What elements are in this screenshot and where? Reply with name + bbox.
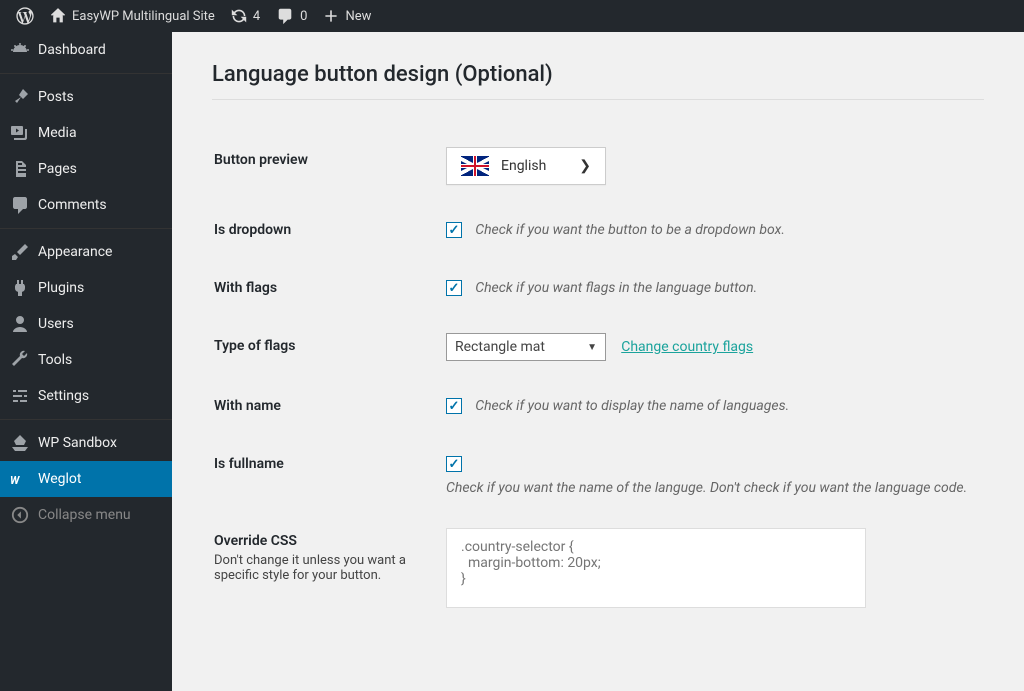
new-label: New — [345, 9, 371, 24]
svg-text:W: W — [10, 474, 20, 487]
field-note: Don't change it unless you want a specif… — [214, 553, 424, 583]
site-name-link[interactable]: EasyWP Multilingual Site — [42, 0, 223, 32]
weglot-icon: W — [10, 469, 30, 489]
field-desc: Check if you want the button to be a dro… — [475, 222, 785, 238]
collapse-label: Collapse menu — [38, 507, 131, 523]
sidebar-item-label: WP Sandbox — [38, 435, 117, 451]
plug-icon — [10, 278, 30, 298]
menu-separator — [0, 73, 172, 74]
sidebar-item-label: Media — [38, 125, 77, 141]
field-label-withflags: With flags — [214, 260, 434, 316]
new-link[interactable]: New — [315, 0, 379, 32]
checkbox-is-dropdown[interactable] — [446, 222, 462, 238]
sidebar-item-label: Comments — [38, 197, 107, 213]
sidebar-item-settings[interactable]: Settings — [0, 378, 172, 414]
language-button-preview[interactable]: English ❯ — [446, 147, 606, 185]
checkbox-with-name[interactable] — [446, 398, 462, 414]
flag-uk-icon — [461, 156, 489, 176]
brush-icon — [10, 242, 30, 262]
dropdown-caret-icon: ▼ — [587, 342, 597, 353]
sidebar-item-label: Appearance — [38, 244, 112, 260]
field-desc: Check if you want flags in the language … — [475, 280, 757, 296]
collapse-icon — [10, 505, 30, 525]
updates-link[interactable]: 4 — [223, 0, 268, 32]
comment-icon — [10, 195, 30, 215]
sidebar-item-label: Posts — [38, 89, 74, 105]
media-icon — [10, 123, 30, 143]
home-icon — [50, 8, 66, 24]
field-label-typeflags: Type of flags — [214, 318, 434, 376]
sidebar-item-label: Pages — [38, 161, 77, 177]
sidebar-item-label: Plugins — [38, 280, 84, 296]
sidebar-item-plugins[interactable]: Plugins — [0, 270, 172, 306]
field-label-isdropdown: Is dropdown — [214, 202, 434, 258]
sidebar-item-label: Tools — [38, 352, 72, 368]
sidebar-item-users[interactable]: Users — [0, 306, 172, 342]
page-icon — [10, 159, 30, 179]
field-desc: Check if you want the name of the langug… — [446, 480, 972, 496]
comment-icon — [276, 7, 294, 25]
plus-icon — [323, 8, 339, 24]
menu-separator — [0, 228, 172, 229]
select-type-of-flags[interactable]: Rectangle mat ▼ — [446, 333, 606, 361]
sidebar-item-label: Weglot — [38, 471, 81, 487]
updates-count: 4 — [253, 9, 260, 24]
settings-form: Button preview English ❯ Is dropdown Che… — [212, 130, 984, 629]
sidebar-item-label: Settings — [38, 388, 89, 404]
comments-count: 0 — [300, 9, 307, 24]
user-icon — [10, 314, 30, 334]
page-heading: Language button design (Optional) — [212, 62, 984, 100]
field-label-preview: Button preview — [214, 132, 434, 200]
field-label-isfullname: Is fullname — [214, 436, 434, 511]
sidebar-item-label: Dashboard — [38, 42, 106, 58]
sidebar-item-label: Users — [38, 316, 74, 332]
preview-language-label: English — [501, 158, 567, 174]
sidebar-item-media[interactable]: Media — [0, 115, 172, 151]
field-desc: Check if you want to display the name of… — [475, 398, 789, 414]
dashboard-icon — [10, 40, 30, 60]
refresh-icon — [231, 8, 247, 24]
sidebar-item-posts[interactable]: Posts — [0, 79, 172, 115]
chevron-right-icon: ❯ — [579, 158, 591, 174]
select-value: Rectangle mat — [455, 339, 545, 355]
sidebar-item-dashboard[interactable]: Dashboard — [0, 32, 172, 68]
admin-sidebar: Dashboard Posts Media Pages Comments App… — [0, 32, 172, 691]
content-area: Language button design (Optional) Button… — [172, 32, 1024, 691]
sidebar-item-tools[interactable]: Tools — [0, 342, 172, 378]
wrench-icon — [10, 350, 30, 370]
wordpress-icon — [16, 7, 34, 25]
checkbox-with-flags[interactable] — [446, 280, 462, 296]
field-label-overridecss: Override CSS — [214, 533, 424, 549]
collapse-menu[interactable]: Collapse menu — [0, 497, 172, 533]
comments-link[interactable]: 0 — [268, 0, 315, 32]
sidebar-item-pages[interactable]: Pages — [0, 151, 172, 187]
sidebar-item-wp-sandbox[interactable]: WP Sandbox — [0, 425, 172, 461]
sandbox-icon — [10, 433, 30, 453]
change-flags-link[interactable]: Change country flags — [621, 339, 753, 355]
override-css-textarea[interactable] — [446, 528, 866, 608]
menu-separator — [0, 419, 172, 420]
sidebar-item-weglot[interactable]: W Weglot — [0, 461, 172, 497]
admin-bar: EasyWP Multilingual Site 4 0 New — [0, 0, 1024, 32]
sidebar-item-appearance[interactable]: Appearance — [0, 234, 172, 270]
field-label-withname: With name — [214, 378, 434, 434]
pin-icon — [10, 87, 30, 107]
site-name-text: EasyWP Multilingual Site — [72, 9, 215, 24]
checkbox-is-fullname[interactable] — [446, 456, 462, 472]
sliders-icon — [10, 386, 30, 406]
sidebar-item-comments[interactable]: Comments — [0, 187, 172, 223]
wp-logo[interactable] — [8, 0, 42, 32]
